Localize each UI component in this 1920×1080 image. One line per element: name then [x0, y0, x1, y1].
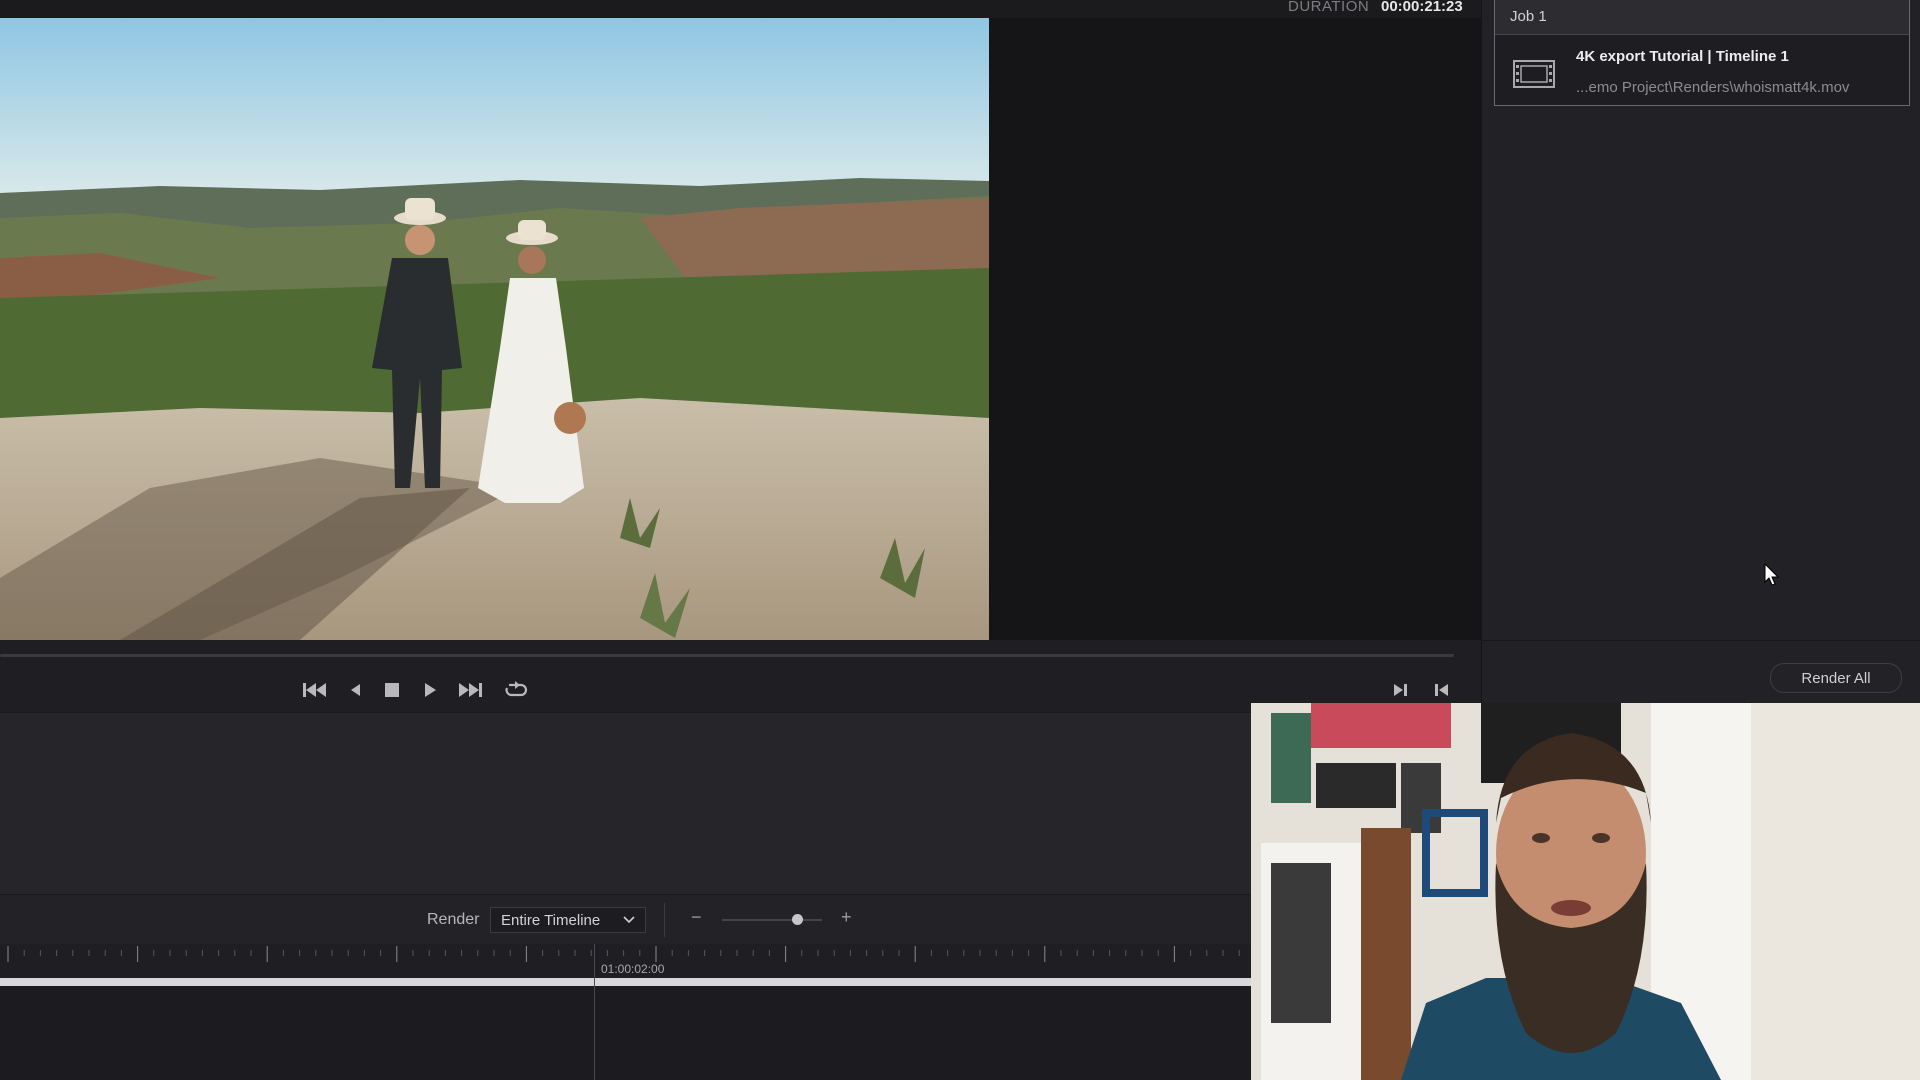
timeline-track-area[interactable] — [0, 986, 1252, 1080]
zoom-out-icon[interactable]: − — [691, 907, 702, 928]
skip-to-end-button[interactable] — [454, 672, 486, 708]
ruler-timecode: 01:00:02:00 — [601, 962, 665, 976]
render-bar-divider — [664, 903, 665, 937]
loop-icon — [505, 681, 528, 697]
viewer-header: DURATION 00:00:21:23 — [0, 0, 1481, 18]
lower-panel — [0, 712, 1252, 895]
mark-out-icon — [1435, 684, 1448, 696]
zoom-slider-track[interactable] — [722, 914, 822, 925]
film-strip-icon — [1513, 60, 1555, 88]
job-header: Job 1 — [1495, 0, 1909, 35]
render-queue-footer: Render All — [1481, 640, 1920, 704]
timeline-clip-bar[interactable] — [0, 978, 1252, 986]
mouse-cursor-icon — [1764, 563, 1780, 586]
stop-icon — [385, 683, 399, 697]
render-range-bar: Render Entire Timeline − + — [0, 894, 1252, 945]
render-range-dropdown[interactable]: Entire Timeline — [490, 907, 646, 933]
presenter-video — [1251, 703, 1920, 1080]
render-job-card[interactable]: Job 1 4K export Tutorial | Timeline 1 ..… — [1494, 0, 1910, 106]
chevron-down-icon — [623, 916, 635, 924]
timeline-ruler[interactable]: 01:00:02:00 — [0, 944, 1252, 978]
loop-button[interactable] — [500, 672, 532, 708]
job-output-path: ...emo Project\Renders\whoismatt4k.mov — [1576, 79, 1850, 96]
render-range-value: Entire Timeline — [501, 911, 601, 929]
mark-in-icon — [1394, 684, 1407, 696]
skip-to-start-button[interactable] — [299, 672, 331, 708]
duration-label: DURATION — [1288, 0, 1370, 15]
webcam-overlay — [1251, 703, 1920, 1080]
job-title: Job 1 — [1510, 8, 1547, 25]
play-icon — [425, 683, 436, 697]
render-label: Render — [427, 911, 480, 928]
step-back-icon — [351, 684, 360, 696]
render-all-label: Render All — [1801, 669, 1871, 687]
viewer-scrub-bar[interactable] — [0, 654, 1454, 657]
render-all-button[interactable]: Render All — [1770, 663, 1902, 693]
play-button[interactable] — [414, 672, 446, 708]
job-name: 4K export Tutorial | Timeline 1 — [1576, 48, 1789, 65]
zoom-in-icon[interactable]: + — [841, 907, 852, 928]
stop-button[interactable] — [376, 672, 408, 708]
video-preview[interactable] — [0, 18, 989, 640]
zoom-slider-thumb[interactable] — [792, 914, 803, 925]
skip-to-start-icon — [303, 683, 326, 697]
skip-to-end-icon — [459, 683, 482, 697]
duration-value: 00:00:21:23 — [1381, 0, 1463, 15]
step-back-button[interactable] — [339, 672, 371, 708]
playhead[interactable] — [594, 944, 595, 1080]
